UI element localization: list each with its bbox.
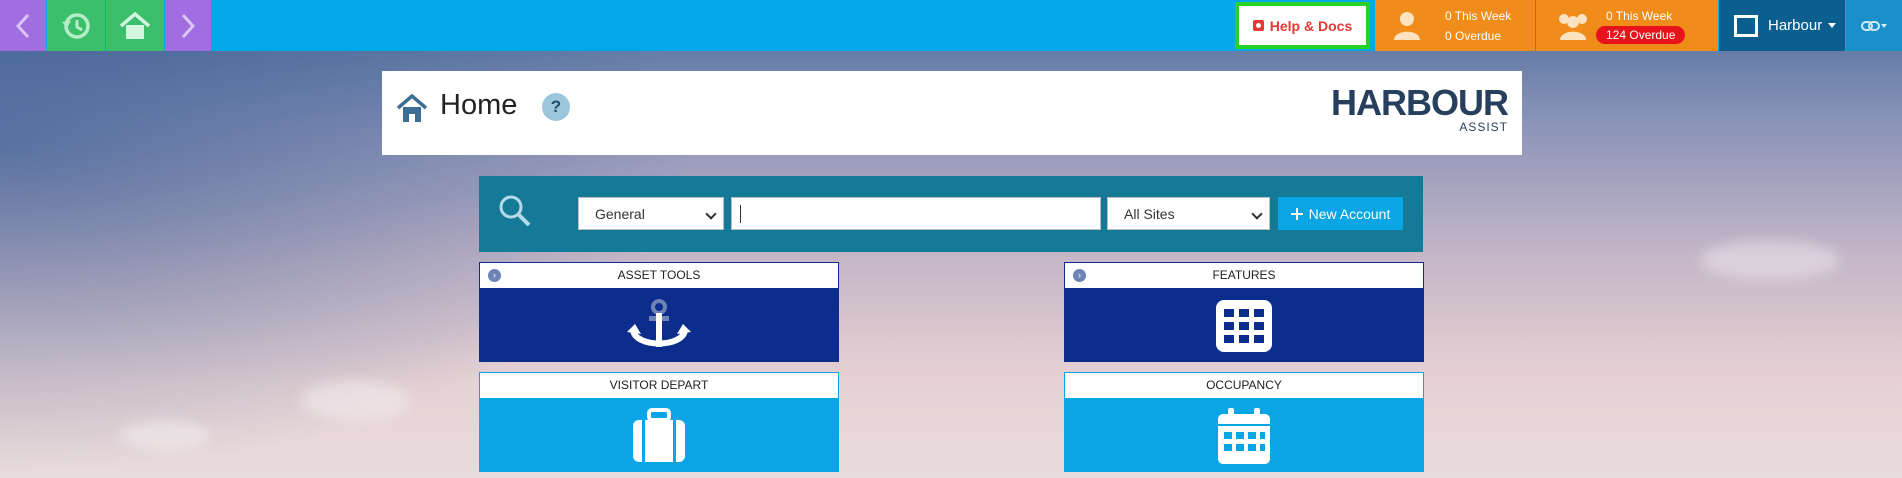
calendar-icon: [1218, 407, 1270, 464]
tile-label: OCCUPANCY: [1206, 378, 1282, 392]
search-bar: General All Sites New Account: [479, 176, 1423, 252]
tile-label: VISITOR DEPART: [609, 378, 709, 392]
background-cloud: [300, 380, 410, 420]
tile-visitor-depart[interactable]: VISITOR DEPART: [479, 372, 839, 472]
search-category-select[interactable]: General: [578, 197, 724, 230]
expand-chevron-icon[interactable]: ›: [1073, 269, 1086, 282]
anchor-icon: [627, 298, 691, 347]
background-cloud: [120, 420, 210, 450]
chevron-right-icon: [181, 13, 196, 38]
team-tasks-overdue-badge: 124 Overdue: [1596, 26, 1686, 44]
tile-header: OCCUPANCY: [1064, 372, 1424, 399]
grid-icon: [1216, 299, 1272, 352]
tile-header: › FEATURES: [1064, 262, 1424, 289]
top-navigation-bar: Help & Docs 0 This Week 0 Overdue 0 This…: [0, 0, 1902, 51]
tile-features[interactable]: › FEATURES: [1064, 262, 1424, 362]
plus-icon: [1290, 207, 1303, 220]
forward-button[interactable]: [165, 0, 211, 51]
help-docs-button[interactable]: Help & Docs: [1235, 2, 1370, 49]
lifebuoy-icon: [1252, 20, 1264, 31]
home-icon: [119, 11, 151, 39]
site-select-value: All Sites: [1124, 205, 1175, 222]
tile-body[interactable]: [479, 289, 839, 362]
harbour-assist-logo: HARBOUR ASSIST: [1331, 82, 1509, 134]
search-icon: [499, 195, 531, 227]
expand-chevron-icon[interactable]: ›: [488, 269, 501, 282]
search-category-value: General: [595, 205, 645, 222]
my-tasks-overdue: 0 Overdue: [1445, 29, 1502, 43]
history-icon: [62, 12, 90, 39]
back-button[interactable]: [0, 0, 46, 51]
text-cursor: [740, 205, 741, 223]
home-icon: [396, 93, 428, 122]
new-account-label: New Account: [1308, 205, 1391, 222]
new-account-button[interactable]: New Account: [1278, 197, 1403, 230]
brand-main-text: HARBOUR: [1331, 82, 1509, 123]
caret-down-icon: [1828, 23, 1837, 28]
tile-label: FEATURES: [1212, 268, 1276, 282]
tile-header: › ASSET TOOLS: [479, 262, 839, 289]
page-title: Home: [440, 89, 518, 121]
user-icon: [1394, 12, 1420, 40]
background-cloud: [1700, 240, 1840, 280]
links-menu[interactable]: [1846, 0, 1902, 51]
account-name: Harbour: [1768, 17, 1823, 34]
link-icon: [1861, 20, 1887, 31]
history-button[interactable]: [47, 0, 105, 51]
search-input[interactable]: [731, 197, 1101, 230]
account-menu[interactable]: Harbour: [1719, 0, 1845, 51]
tile-body[interactable]: [479, 399, 839, 472]
tile-label: ASSET TOOLS: [617, 268, 701, 282]
suitcase-icon: [633, 407, 685, 462]
tile-header: VISITOR DEPART: [479, 372, 839, 399]
tile-body[interactable]: [1064, 289, 1424, 362]
chevron-left-icon: [15, 13, 30, 38]
page-help-button[interactable]: ?: [542, 93, 570, 121]
chevron-down-icon: [1251, 208, 1263, 220]
tile-asset-tools[interactable]: › ASSET TOOLS: [479, 262, 839, 362]
my-tasks-this-week: 0 This Week: [1445, 9, 1512, 23]
site-select[interactable]: All Sites: [1107, 197, 1270, 230]
tile-occupancy[interactable]: OCCUPANCY: [1064, 372, 1424, 472]
users-icon: [1559, 14, 1587, 40]
help-docs-label: Help & Docs: [1269, 17, 1353, 34]
chevron-down-icon: [705, 208, 717, 220]
team-tasks-summary[interactable]: 0 This Week 124 Overdue: [1536, 0, 1718, 51]
team-tasks-this-week: 0 This Week: [1606, 9, 1673, 23]
page-header: Home ? HARBOUR ASSIST: [382, 71, 1522, 155]
tile-body[interactable]: [1064, 399, 1424, 472]
harbour-logo-icon: [1734, 14, 1758, 37]
my-tasks-summary[interactable]: 0 This Week 0 Overdue: [1375, 0, 1535, 51]
home-nav-button[interactable]: [106, 0, 164, 51]
